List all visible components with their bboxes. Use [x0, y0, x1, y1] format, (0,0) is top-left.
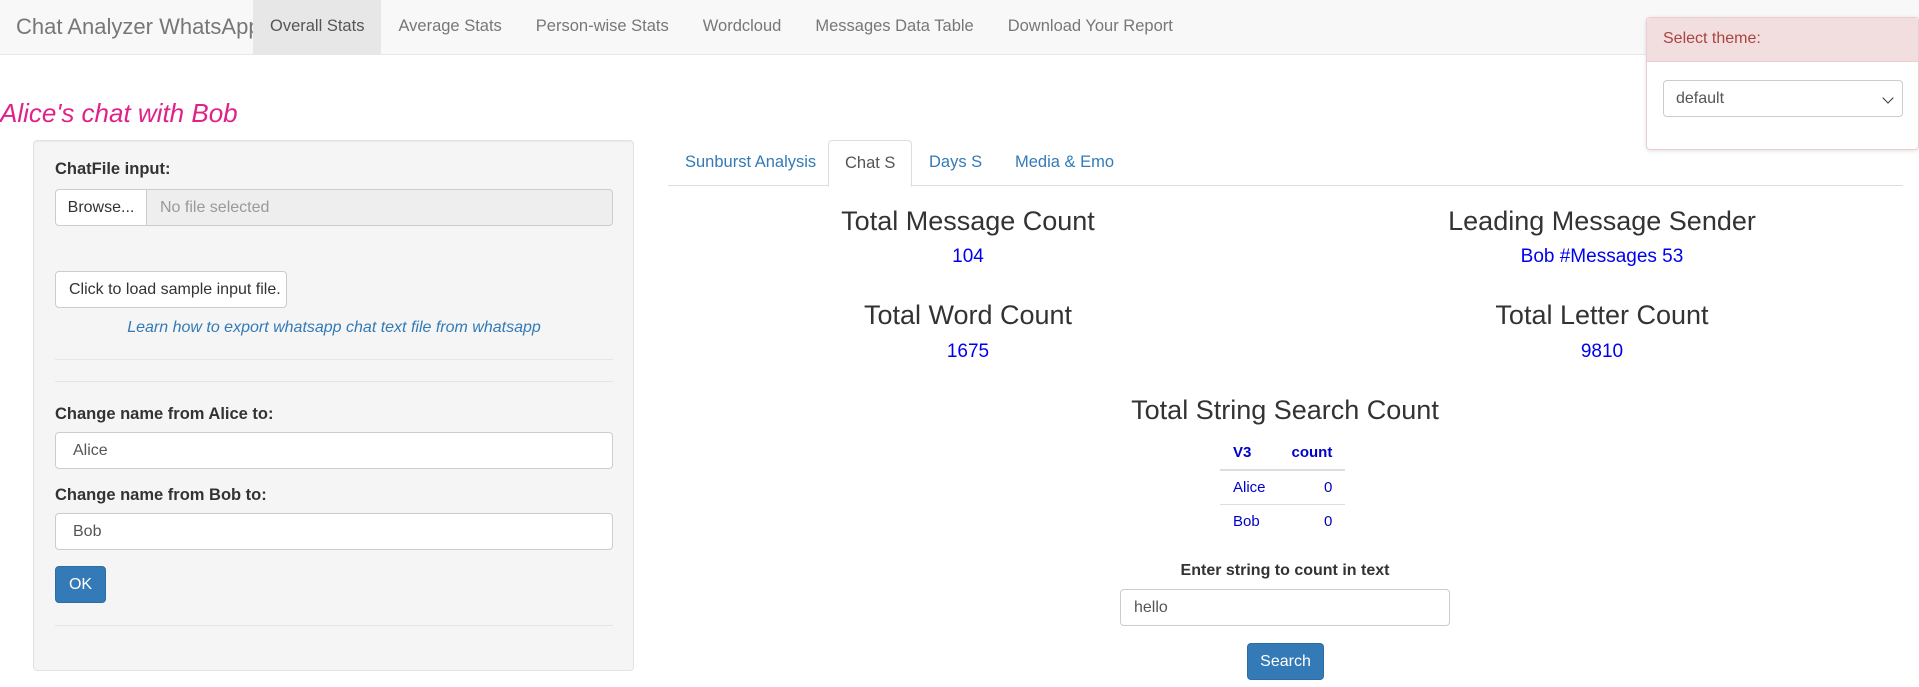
table-cell-count: 0	[1324, 512, 1333, 530]
chatfile-input-label: ChatFile input:	[55, 160, 171, 178]
total-letter-count-value: 9810	[1580, 341, 1624, 362]
string-search-count-title: Total String Search Count	[1131, 395, 1439, 425]
chatfile-input-group: Browse... No file selected	[55, 189, 613, 226]
top-navbar: Chat Analyzer WhatsApp Overall Stats Ave…	[0, 0, 1919, 55]
divider	[55, 381, 613, 382]
table-header-row: V3 count	[1220, 435, 1346, 471]
rename-bob-label: Change name from Bob to:	[55, 486, 267, 504]
tab-sunburst-analysis[interactable]: Sunburst Analysis	[685, 140, 816, 186]
table-cell-count: 0	[1278, 470, 1346, 505]
total-message-count-title: Total Message Count	[841, 206, 1095, 236]
leading-sender-value: Bob #Messages 53	[1520, 246, 1684, 267]
search-button[interactable]: Search	[1247, 643, 1324, 680]
search-string-label: Enter string to count in text	[1180, 562, 1390, 579]
total-letter-count-title: Total Letter Count	[1495, 300, 1709, 330]
table-cell-name: Bob	[1233, 512, 1260, 530]
table-row: Bob 0	[1220, 504, 1345, 538]
nav-item-overall-stats[interactable]: Overall Stats	[253, 0, 382, 55]
load-sample-button[interactable]: Click to load sample input file.	[55, 271, 287, 308]
theme-select-value: default	[1676, 90, 1725, 107]
string-search-table: V3 count Alice 0 Bob 0	[1220, 435, 1346, 538]
theme-selector-panel: Select theme: default	[1646, 17, 1919, 150]
tab-media-emo[interactable]: Media & Emo	[1015, 140, 1114, 186]
ok-button[interactable]: OK	[55, 566, 106, 603]
sidebar-panel: ChatFile input: Browse... No file select…	[33, 140, 634, 671]
navbar-menu: Overall Stats Average Stats Person-wise …	[253, 0, 1190, 55]
search-string-input[interactable]	[1120, 589, 1450, 626]
nav-item-messages-data-table[interactable]: Messages Data Table	[798, 0, 990, 55]
theme-selector-label: Select theme:	[1647, 18, 1918, 62]
rename-bob-input[interactable]	[55, 513, 613, 550]
browse-button[interactable]: Browse...	[55, 189, 147, 226]
total-message-count-value: 104	[952, 246, 984, 267]
theme-select[interactable]: default	[1663, 80, 1903, 117]
table-header-v3[interactable]: V3	[1220, 435, 1279, 471]
table-row: Alice 0	[1220, 470, 1346, 505]
table-cell-name: Alice	[1220, 470, 1279, 505]
divider	[55, 359, 613, 360]
nav-item-wordcloud[interactable]: Wordcloud	[686, 0, 799, 55]
tab-days-s[interactable]: Days S	[929, 140, 982, 186]
nav-item-person-wise-stats[interactable]: Person-wise Stats	[519, 0, 686, 55]
chevron-down-icon	[1882, 92, 1894, 104]
leading-sender-title: Leading Message Sender	[1448, 206, 1756, 236]
rename-alice-label: Change name from Alice to:	[55, 405, 274, 423]
rename-alice-input[interactable]	[55, 432, 613, 469]
table-header-count[interactable]: count	[1278, 435, 1346, 471]
navbar-brand[interactable]: Chat Analyzer WhatsApp	[16, 14, 261, 40]
tab-chat-s[interactable]: Chat S	[828, 140, 913, 187]
nav-item-average-stats[interactable]: Average Stats	[381, 0, 518, 55]
divider	[55, 625, 613, 626]
nav-item-download-report[interactable]: Download Your Report	[991, 0, 1190, 55]
total-word-count-title: Total Word Count	[863, 300, 1073, 330]
page-title: Alice's chat with Bob	[0, 98, 238, 128]
file-name-field[interactable]: No file selected	[147, 189, 613, 226]
total-word-count-value: 1675	[946, 341, 990, 362]
export-help-link[interactable]: Learn how to export whatsapp chat text f…	[55, 319, 613, 337]
